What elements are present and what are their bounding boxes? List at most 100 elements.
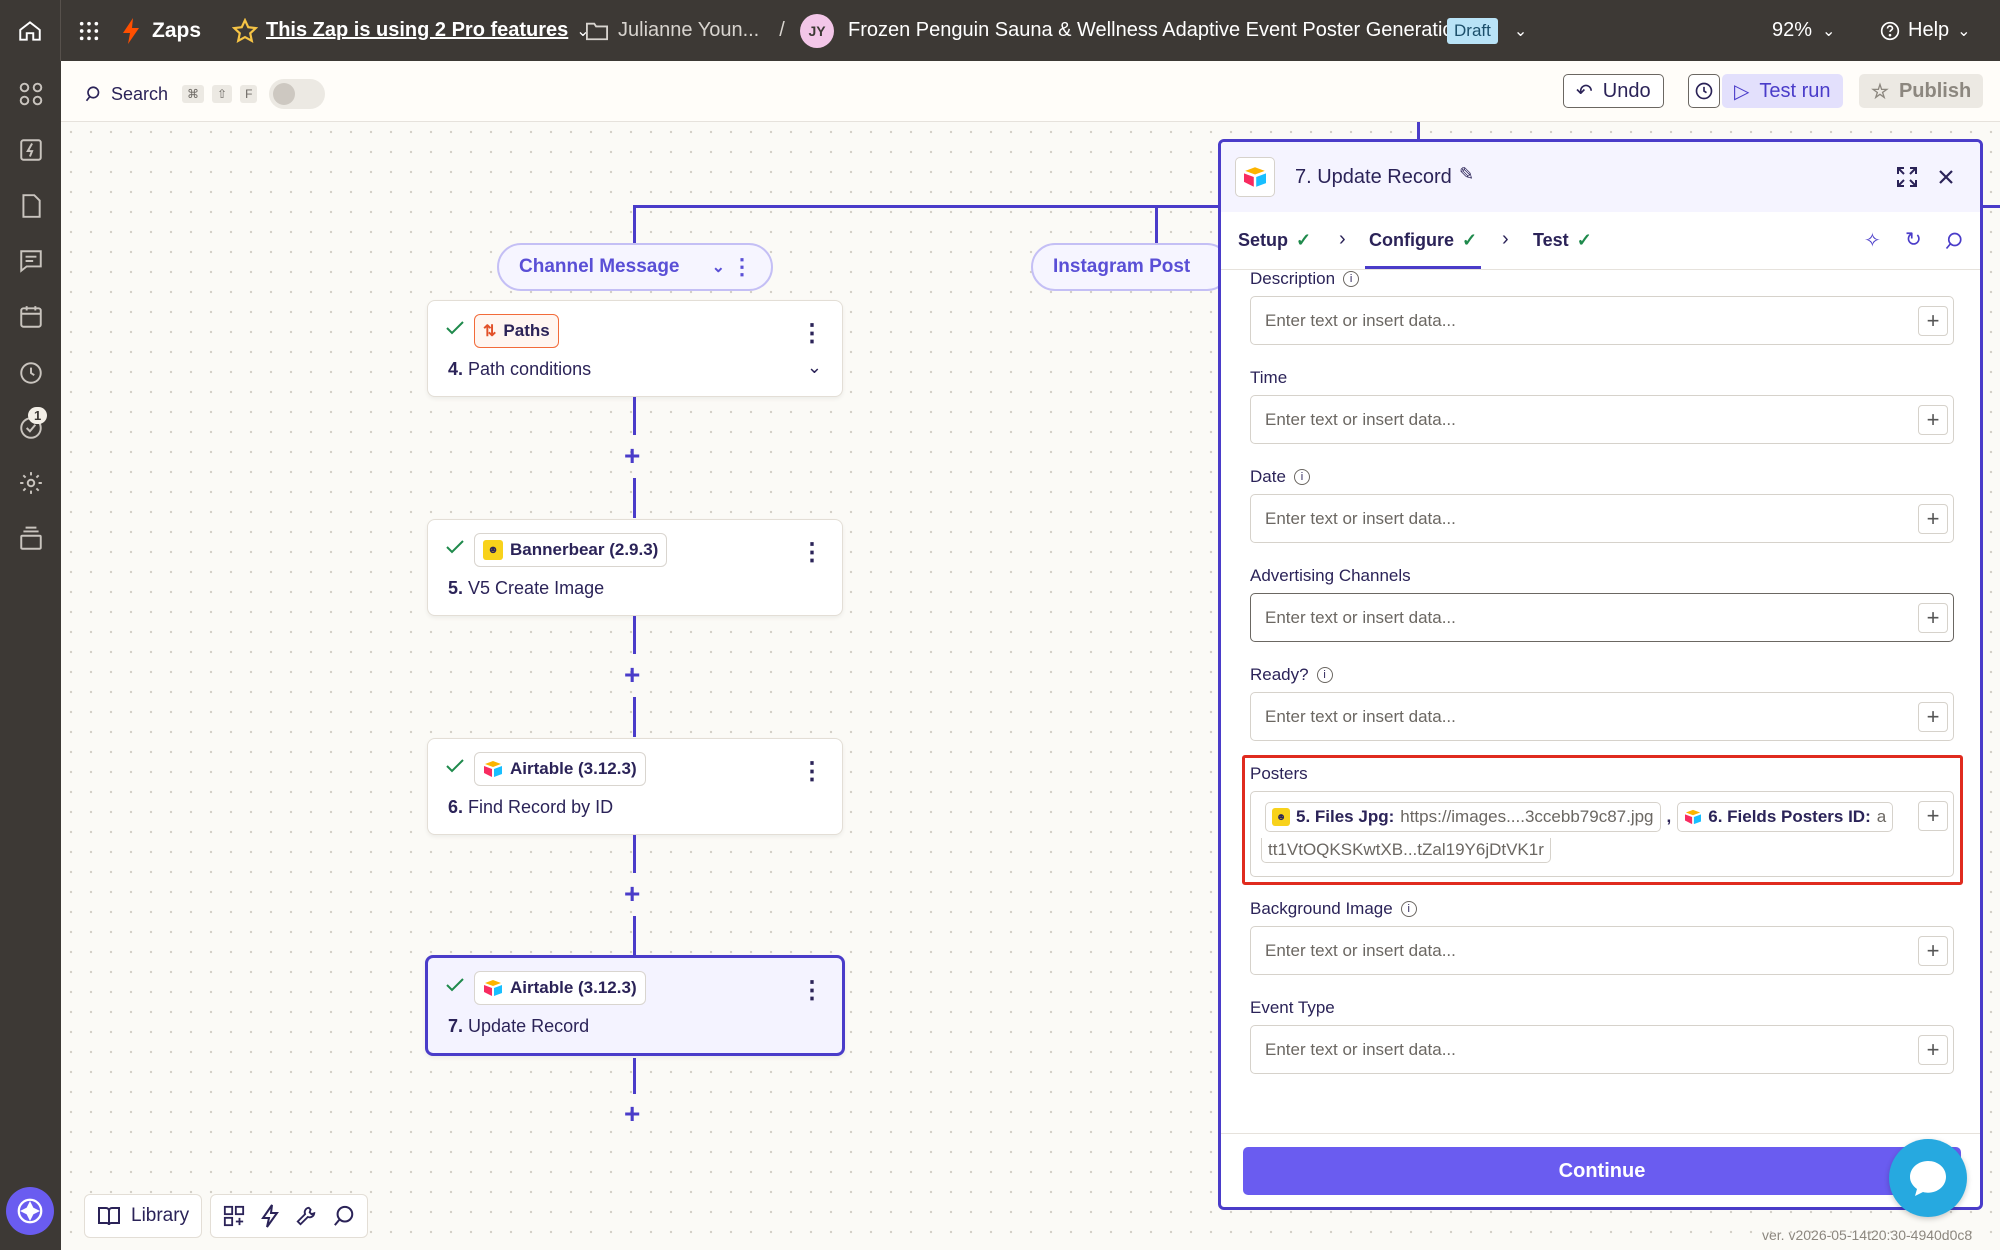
data-chip[interactable]: 6. Fields Posters ID: a (1677, 802, 1894, 832)
breadcrumb-separator: / (779, 19, 785, 41)
tab-setup[interactable]: Setup ✓ (1238, 230, 1311, 251)
insert-data-button[interactable]: + (1918, 1035, 1948, 1065)
version-label: ver. v2026-05-14t20:30-4940d0c8 (1762, 1227, 1973, 1243)
insert-data-button[interactable]: + (1918, 702, 1948, 732)
more-icon[interactable]: ⋮ (800, 319, 824, 348)
edit-pencil-icon[interactable]: ✎ (1459, 164, 1474, 185)
insert-data-button[interactable]: + (1918, 603, 1948, 633)
comment-search-icon[interactable] (1945, 232, 1963, 250)
info-icon: i (1343, 271, 1360, 287)
avatar[interactable]: JY (800, 0, 834, 61)
folder-name: Julianne Youn... (618, 19, 760, 41)
date-field[interactable]: Enter text or insert data... + (1250, 494, 1954, 543)
connector-line (633, 616, 636, 654)
check-icon (446, 321, 464, 335)
search-button[interactable]: Search ⌘ ⇧ F (85, 79, 326, 109)
refresh-icon[interactable]: ↻ (1905, 227, 1922, 252)
status-icon[interactable]: 1 (16, 407, 48, 443)
tool-icon[interactable] (295, 1205, 317, 1227)
background-image-field[interactable]: Enter text or insert data... + (1250, 926, 1954, 975)
advertising-channels-field[interactable]: Enter text or insert data... + (1250, 593, 1954, 642)
step-card[interactable]: Airtable (3.12.3) 6. Find Record by ID ⋮ (427, 738, 843, 835)
undo-button[interactable]: ↶ Undo (1563, 74, 1664, 108)
divider (1221, 1133, 1980, 1134)
history-icon[interactable] (16, 358, 46, 388)
folder-breadcrumb[interactable]: Julianne Youn... / (586, 0, 785, 61)
apps-grid-icon[interactable] (78, 0, 100, 61)
badge-label: Airtable (3.12.3) (510, 759, 637, 778)
editor-toolbar: Search ⌘ ⇧ F ↶ Undo ▷ Test run ☆ Publish (61, 61, 2000, 122)
close-icon[interactable] (1939, 170, 1953, 184)
test-run-button[interactable]: ▷ Test run (1722, 74, 1843, 108)
ready-field[interactable]: Enter text or insert data... + (1250, 692, 1954, 741)
chevron-down-icon[interactable]: ⌄ (712, 257, 725, 277)
path-pill-channel-message[interactable]: Channel Message ⌄ ⋮ (497, 243, 773, 291)
search-icon[interactable] (333, 1205, 355, 1227)
zaps-link[interactable]: Zaps (120, 0, 201, 61)
publish-button[interactable]: ☆ Publish (1859, 74, 1984, 108)
field-label: Description i (1250, 269, 1360, 289)
add-step-button[interactable]: + (624, 442, 640, 470)
home-button[interactable] (0, 0, 61, 61)
check-icon (446, 759, 464, 773)
insert-data-button[interactable]: + (1918, 405, 1948, 435)
zaps-icon[interactable] (16, 135, 46, 165)
layers-icon[interactable] (16, 524, 46, 554)
check-icon (446, 540, 464, 554)
chevron-down-icon: ⌄ (1822, 22, 1836, 40)
insert-data-button[interactable]: + (1918, 936, 1948, 966)
notification-badge: 1 (28, 407, 48, 424)
copilot-icon[interactable] (6, 1187, 54, 1235)
add-step-button[interactable]: + (624, 880, 640, 908)
more-icon[interactable]: ⋮ (731, 254, 753, 280)
calendar-icon[interactable] (16, 302, 46, 332)
pro-features-dropdown[interactable]: This Zap is using 2 Pro features ⌄ (232, 0, 590, 61)
continue-button[interactable]: Continue (1243, 1147, 1961, 1195)
insert-data-button[interactable]: + (1918, 504, 1948, 534)
expand-icon[interactable] (1897, 167, 1917, 187)
description-field[interactable]: Enter text or insert data... + (1250, 296, 1954, 345)
status-dropdown[interactable]: Draft ⌄ (1447, 0, 1527, 61)
more-icon[interactable]: ⋮ (800, 976, 824, 1005)
add-step-button[interactable]: + (624, 661, 640, 689)
step-title: 4. Path conditions (448, 359, 592, 379)
add-step-button[interactable]: + (624, 1100, 640, 1128)
zap-title[interactable]: Frozen Penguin Sauna & Wellness Adaptive… (848, 0, 1465, 61)
sparkle-icon[interactable]: ✧ (1864, 228, 1881, 253)
more-icon[interactable]: ⋮ (800, 538, 824, 567)
path-pill-instagram-post[interactable]: Instagram Post (1031, 243, 1231, 291)
publish-label: Publish (1898, 79, 1972, 102)
step-card[interactable]: ⇅ Paths 4. Path conditions ⋮ ⌄ (427, 300, 843, 397)
bolt-icon[interactable] (261, 1204, 280, 1228)
chevron-down-icon[interactable]: ⌄ (807, 357, 822, 378)
toggle-switch[interactable] (269, 79, 326, 109)
zoom-dropdown[interactable]: 92% ⌄ (1772, 0, 1835, 61)
step-card[interactable]: ☻ Bannerbear (2.9.3) 5. V5 Create Image … (427, 519, 843, 616)
field-label: Background Image i (1250, 899, 1417, 919)
apps-icon[interactable] (16, 79, 46, 109)
field-label: Event Type (1250, 998, 1335, 1017)
chat-support-button[interactable] (1889, 1139, 1967, 1217)
data-chip[interactable]: tt1VtOQKSKwtXB...tZal19Y6jDtVK1r (1261, 838, 1551, 863)
chevron-right-icon: › (1502, 228, 1509, 250)
field-label: Advertising Channels (1250, 566, 1411, 585)
document-icon[interactable] (16, 191, 46, 221)
time-field[interactable]: Enter text or insert data... + (1250, 395, 1954, 444)
chat-icon[interactable] (16, 246, 46, 276)
insert-data-button[interactable]: + (1918, 306, 1948, 336)
tab-configure[interactable]: Configure ✓ (1369, 230, 1477, 251)
help-menu[interactable]: Help ⌄ (1880, 0, 1971, 61)
history-button[interactable] (1688, 74, 1720, 108)
grid-add-icon[interactable] (223, 1205, 245, 1227)
tab-test[interactable]: Test ✓ (1533, 230, 1592, 251)
step-card-selected[interactable]: Airtable (3.12.3) 7. Update Record ⋮ (425, 955, 845, 1056)
insert-data-button[interactable]: + (1918, 801, 1948, 831)
event-type-field[interactable]: Enter text or insert data... + (1250, 1025, 1954, 1074)
folder-icon (586, 22, 608, 40)
library-button[interactable]: Library (84, 1194, 203, 1238)
more-icon[interactable]: ⋮ (800, 757, 824, 786)
settings-gear-icon[interactable] (16, 468, 46, 498)
posters-field[interactable]: ☻ 5. Files Jpg: https://images....3ccebb7… (1250, 791, 1954, 877)
bannerbear-icon: ☻ (483, 540, 503, 560)
data-chip[interactable]: ☻ 5. Files Jpg: https://images....3ccebb7… (1265, 802, 1661, 832)
